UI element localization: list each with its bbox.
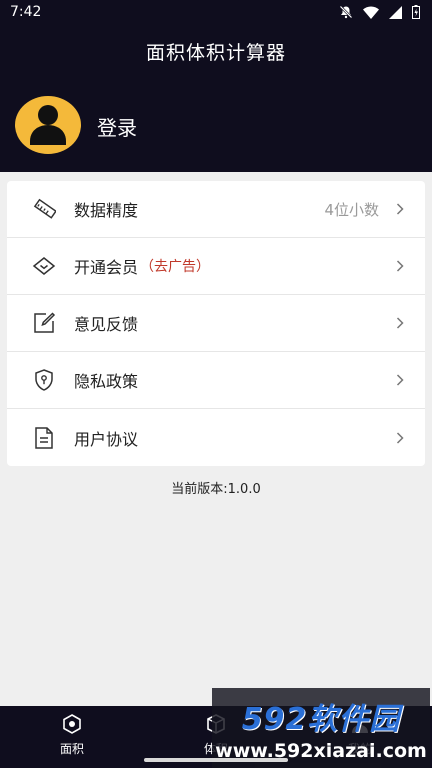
status-time: 7:42 [10, 4, 42, 20]
settings-menu: 数据精度 4位小数 开通会员 （去广告） 意见反馈 隐私政策 用户协议 [7, 181, 425, 466]
status-icons [339, 5, 420, 19]
remove-ads-tag: （去广告） [140, 259, 211, 275]
chevron-right-icon [393, 316, 407, 330]
watermark-brand: 592软件园 [241, 702, 401, 737]
login-button[interactable]: 登录 [97, 112, 137, 141]
header: 面积体积计算器 登录 [0, 24, 432, 172]
diamond-icon [31, 253, 57, 279]
menu-item-feedback[interactable]: 意见反馈 [7, 295, 425, 352]
menu-item-membership[interactable]: 开通会员 （去广告） [7, 238, 425, 295]
wifi-icon [363, 5, 379, 19]
version-text: 当前版本:1.0.0 [171, 482, 261, 497]
signal-icon [389, 5, 402, 19]
document-icon [31, 425, 57, 451]
status-bar: 7:42 [0, 0, 432, 24]
tab-area[interactable]: 面积 [0, 706, 144, 768]
shield-icon [31, 367, 57, 393]
menu-item-precision[interactable]: 数据精度 4位小数 [7, 181, 425, 238]
page-title: 面积体积计算器 [145, 42, 286, 64]
hexagon-icon [62, 714, 82, 737]
tab-label: 面积 [59, 742, 84, 756]
gesture-bar[interactable] [144, 758, 288, 762]
chevron-right-icon [393, 431, 407, 445]
chevron-right-icon [393, 202, 407, 216]
chevron-right-icon [393, 373, 407, 387]
avatar[interactable] [15, 96, 81, 154]
user-icon [28, 101, 68, 149]
menu-label: 意见反馈 [74, 315, 139, 334]
edit-icon [31, 310, 57, 336]
chevron-right-icon [393, 259, 407, 273]
menu-item-user-agreement[interactable]: 用户协议 [7, 409, 425, 466]
notifications-off-icon [339, 5, 353, 19]
menu-label: 数据精度 [74, 201, 139, 220]
menu-label: 隐私政策 [74, 372, 139, 391]
ruler-icon [31, 196, 57, 222]
watermark: 592软件园 www.592xiazai.com [212, 688, 430, 768]
menu-label: 开通会员 [74, 258, 139, 277]
battery-icon [412, 5, 420, 19]
menu-item-privacy[interactable]: 隐私政策 [7, 352, 425, 409]
menu-label: 用户协议 [74, 429, 139, 449]
precision-value: 4位小数 [324, 200, 379, 219]
